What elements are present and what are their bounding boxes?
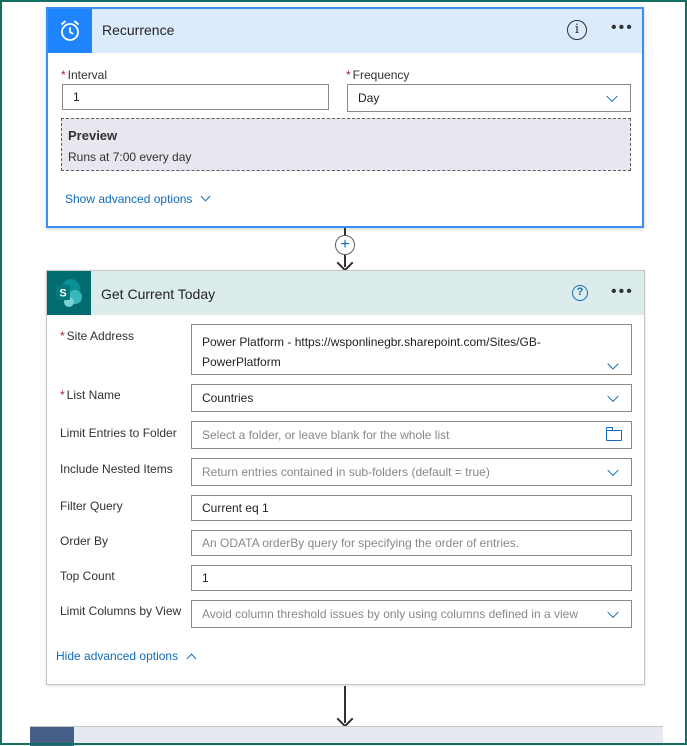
arrow-down-icon — [336, 710, 354, 728]
frequency-value: Day — [358, 91, 380, 105]
nested-items-select[interactable]: Return entries contained in sub-folders … — [191, 458, 632, 486]
hide-advanced-label: Hide advanced options — [56, 649, 179, 663]
chevron-down-icon — [607, 358, 619, 370]
filter-query-label: Filter Query — [60, 499, 123, 513]
add-step-button[interactable]: + — [335, 235, 355, 255]
help-icon[interactable]: ? — [572, 285, 588, 301]
filter-query-input[interactable]: Current eq 1 — [191, 495, 632, 521]
more-options-icon[interactable]: ••• — [611, 19, 634, 37]
chevron-up-icon — [186, 653, 197, 663]
limit-folder-label: Limit Entries to Folder — [60, 426, 177, 440]
order-by-input[interactable]: An ODATA orderBy query for specifying th… — [191, 530, 632, 556]
preview-text: Runs at 7:00 every day — [68, 150, 192, 164]
next-action-card[interactable] — [30, 726, 663, 746]
alarm-clock-icon — [48, 9, 92, 53]
limit-columns-select[interactable]: Avoid column threshold issues by only us… — [191, 600, 632, 628]
limit-folder-placeholder: Select a folder, or leave blank for the … — [202, 428, 450, 442]
frequency-label: * Frequency — [346, 68, 410, 82]
interval-input[interactable]: 1 — [62, 84, 329, 110]
limit-folder-input[interactable]: Select a folder, or leave blank for the … — [191, 421, 632, 449]
frequency-select[interactable]: Day — [347, 84, 631, 112]
sharepoint-icon: S — [47, 271, 91, 315]
chevron-down-icon — [607, 606, 619, 619]
recurrence-title: Recurrence — [102, 22, 175, 38]
interval-label: * Interval — [61, 68, 108, 82]
top-count-input[interactable]: 1 — [191, 565, 632, 591]
hide-advanced-options-link[interactable]: Hide advanced options — [56, 649, 197, 663]
nested-items-placeholder: Return entries contained in sub-folders … — [202, 465, 490, 479]
action-icon — [30, 727, 74, 746]
recurrence-card: Recurrence i ••• * Interval 1 * Frequency … — [46, 7, 644, 228]
preview-box: Preview Runs at 7:00 every day — [61, 118, 631, 171]
nested-items-label: Include Nested Items — [60, 462, 173, 476]
site-address-label: * Site Address — [60, 329, 135, 343]
more-options-icon[interactable]: ••• — [611, 283, 634, 301]
top-count-label: Top Count — [60, 569, 115, 583]
list-name-select[interactable]: Countries — [191, 384, 632, 412]
get-items-card: S Get Current Today ? ••• * Site Address … — [46, 270, 645, 685]
order-by-label: Order By — [60, 534, 109, 548]
info-icon[interactable]: i — [567, 20, 587, 40]
chevron-down-icon — [200, 191, 211, 201]
chevron-down-icon — [606, 90, 618, 103]
svg-text:S: S — [59, 288, 66, 300]
limit-columns-label: Limit Columns by View — [60, 604, 182, 618]
site-address-value-line2: PowerPlatform — [202, 355, 281, 369]
list-name-label: * List Name — [60, 388, 121, 402]
arrow-down-icon — [336, 254, 354, 272]
folder-icon[interactable] — [606, 427, 622, 441]
chevron-down-icon — [607, 464, 619, 477]
get-items-header[interactable]: S Get Current Today ? ••• — [47, 271, 644, 315]
recurrence-header[interactable]: Recurrence i ••• — [48, 9, 642, 53]
show-advanced-label: Show advanced options — [65, 192, 193, 206]
limit-columns-placeholder: Avoid column threshold issues by only us… — [202, 607, 578, 621]
show-advanced-options-link[interactable]: Show advanced options — [65, 191, 211, 206]
site-address-value-line1: Power Platform - https://wsponlinegbr.sh… — [202, 335, 541, 349]
get-items-title: Get Current Today — [101, 286, 216, 302]
site-address-select[interactable]: Power Platform - https://wsponlinegbr.sh… — [191, 324, 632, 375]
chevron-down-icon — [607, 390, 619, 403]
preview-title: Preview — [68, 128, 118, 143]
list-name-value: Countries — [202, 391, 254, 405]
